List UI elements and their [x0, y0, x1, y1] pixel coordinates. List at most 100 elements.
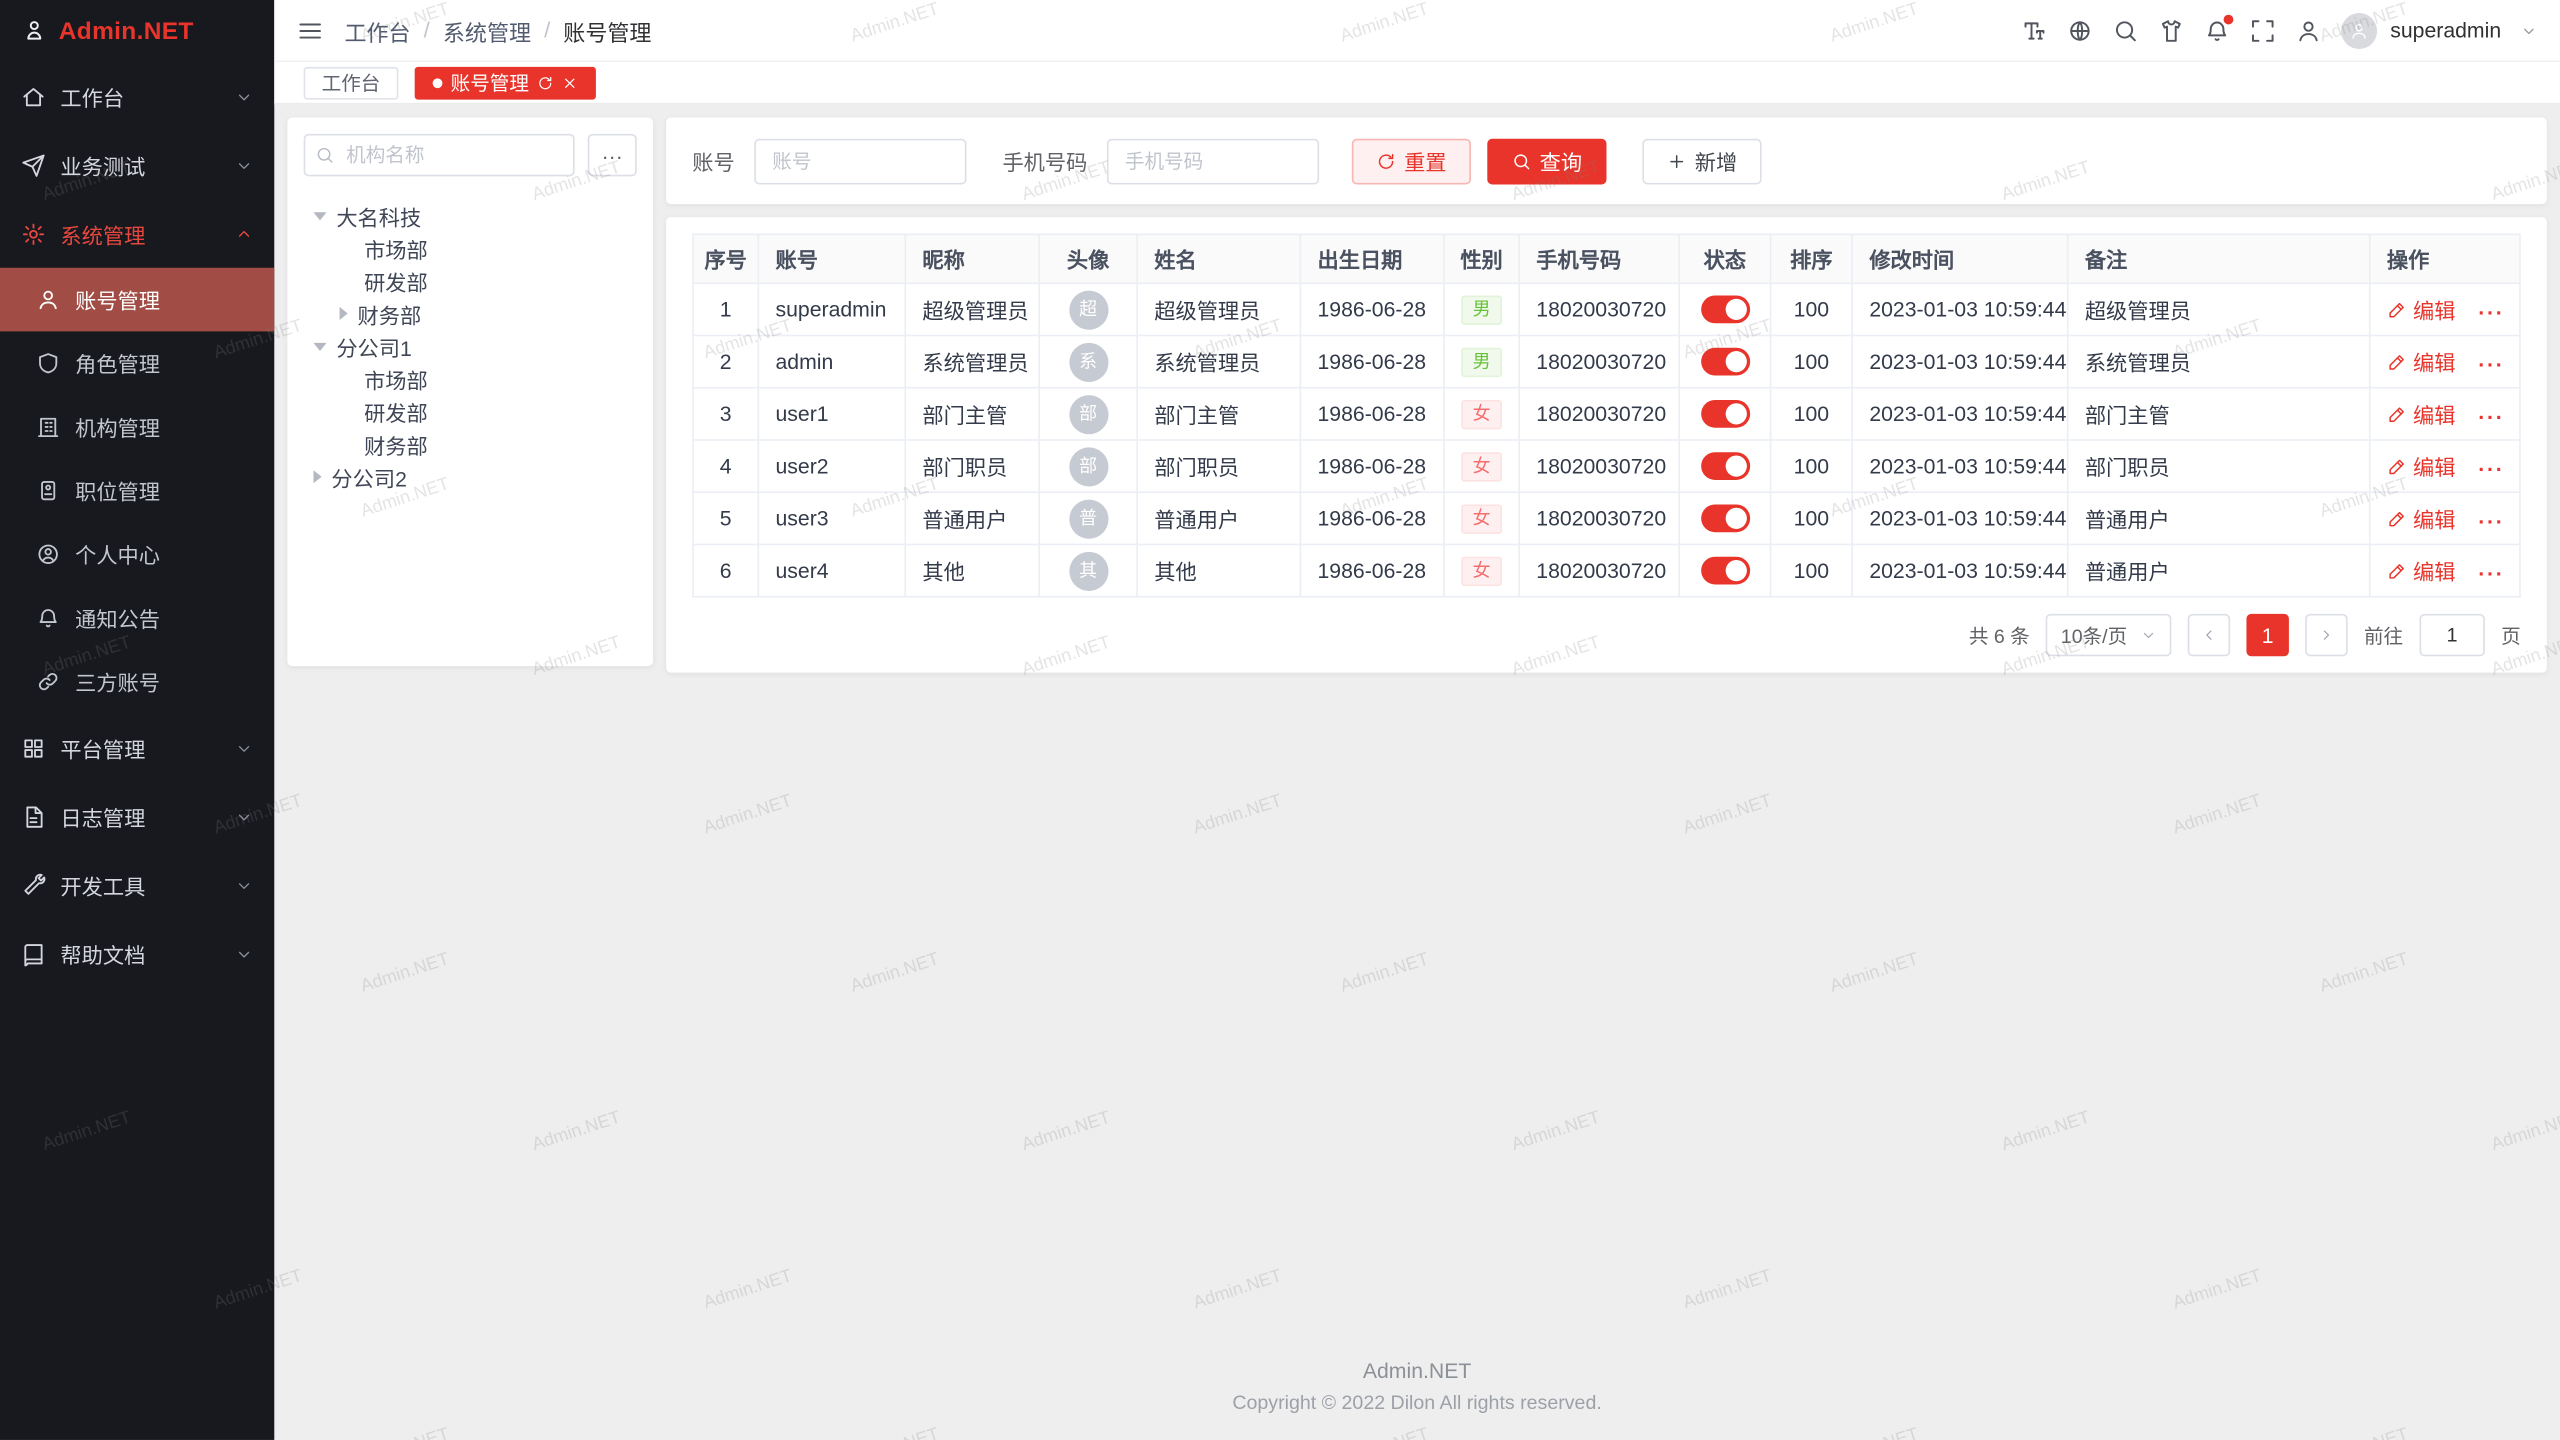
cell-modified: 2023-01-03 10:59:44 — [1852, 492, 2068, 544]
chevron-down-icon — [235, 876, 253, 894]
profile-icon — [36, 542, 60, 566]
search-icon[interactable] — [2113, 17, 2139, 43]
cell-nickname: 其他 — [905, 544, 1039, 596]
more-actions-button[interactable]: ··· — [2478, 404, 2504, 428]
column-header: 操作 — [2370, 234, 2520, 283]
goto-page-input[interactable] — [2419, 614, 2484, 656]
tree-node[interactable]: 研发部 — [304, 264, 637, 297]
font-size-icon[interactable] — [2021, 17, 2047, 43]
add-button[interactable]: 新增 — [1642, 138, 1761, 184]
edit-label: 编辑 — [2413, 451, 2455, 482]
account-input[interactable] — [754, 138, 966, 184]
cell-modified: 2023-01-03 10:59:44 — [1852, 544, 2068, 596]
edit-button[interactable]: 编辑 — [2387, 398, 2456, 429]
theme-icon[interactable] — [2158, 17, 2184, 43]
sidebar-item[interactable]: 业务测试 — [0, 131, 274, 200]
cell-actions: 编辑 ··· — [2370, 335, 2520, 387]
sidebar-subitem[interactable]: 职位管理 — [0, 459, 274, 523]
app-logo[interactable]: Admin.NET — [0, 0, 274, 62]
sidebar-subitem[interactable]: 角色管理 — [0, 331, 274, 395]
sidebar-item[interactable]: 平台管理 — [0, 713, 274, 782]
cell-modified: 2023-01-03 10:59:44 — [1852, 388, 2068, 440]
more-actions-button[interactable]: ··· — [2478, 352, 2504, 376]
sidebar-item[interactable]: 开发工具 — [0, 851, 274, 920]
sidebar-item[interactable]: 工作台 — [0, 62, 274, 131]
tree-node[interactable]: 财务部 — [304, 297, 637, 330]
more-actions-button[interactable]: ··· — [2478, 456, 2504, 480]
sidebar-subitem[interactable]: 三方账号 — [0, 650, 274, 714]
status-toggle[interactable] — [1700, 505, 1749, 533]
globe-icon[interactable] — [2067, 17, 2093, 43]
tab[interactable]: 工作台 — [304, 66, 399, 99]
cell-status — [1679, 492, 1770, 544]
sidebar: Admin.NET 工作台业务测试系统管理账号管理角色管理机构管理职位管理个人中… — [0, 0, 274, 1440]
status-toggle[interactable] — [1700, 452, 1749, 480]
edit-button[interactable]: 编辑 — [2387, 503, 2456, 534]
reset-button[interactable]: 重置 — [1352, 138, 1471, 184]
hamburger-menu-icon[interactable] — [297, 17, 323, 43]
fullscreen-icon[interactable] — [2250, 17, 2276, 43]
wrench-icon — [21, 873, 45, 897]
tree-node[interactable]: 大名科技 — [304, 199, 637, 232]
edit-button[interactable]: 编辑 — [2387, 555, 2456, 586]
tab-active[interactable]: 账号管理 — [415, 66, 596, 99]
tree-node[interactable]: 市场部 — [304, 232, 637, 265]
status-toggle[interactable] — [1700, 296, 1749, 324]
notification-bell[interactable] — [2204, 17, 2230, 43]
cell-birth: 1986-06-28 — [1300, 440, 1444, 492]
user-avatar[interactable] — [2341, 12, 2377, 48]
search-button[interactable]: 查询 — [1487, 138, 1606, 184]
org-more-button[interactable]: ··· — [588, 134, 637, 176]
sidebar-subitem[interactable]: 个人中心 — [0, 522, 274, 586]
tab-refresh-icon[interactable] — [537, 74, 553, 90]
shield-icon — [36, 351, 60, 375]
caret-right-icon[interactable] — [340, 307, 348, 320]
tree-node[interactable]: 分公司1 — [304, 330, 637, 363]
logo-icon — [21, 18, 47, 44]
sidebar-item[interactable]: 帮助文档 — [0, 919, 274, 988]
status-toggle[interactable] — [1700, 348, 1749, 376]
username[interactable]: superadmin — [2390, 18, 2501, 42]
breadcrumb-item[interactable]: 工作台 — [344, 14, 410, 47]
sidebar-subitem[interactable]: 通知公告 — [0, 586, 274, 650]
status-toggle[interactable] — [1700, 557, 1749, 585]
gender-badge: 女 — [1461, 504, 1502, 533]
edit-button[interactable]: 编辑 — [2387, 346, 2456, 377]
tree-node[interactable]: 市场部 — [304, 362, 637, 395]
cell-nickname: 系统管理员 — [905, 335, 1039, 387]
sidebar-subitem[interactable]: 账号管理 — [0, 268, 274, 332]
tree-node[interactable]: 财务部 — [304, 428, 637, 461]
status-toggle[interactable] — [1700, 400, 1749, 428]
tree-node[interactable]: 研发部 — [304, 395, 637, 428]
sidebar-item[interactable]: 系统管理 — [0, 199, 274, 268]
tab-close-icon[interactable] — [562, 74, 578, 90]
breadcrumb-item[interactable]: 系统管理 — [443, 14, 531, 47]
edit-label: 编辑 — [2413, 398, 2455, 429]
org-search — [304, 134, 575, 176]
footer-copyright: Copyright © 2022 Dilon All rights reserv… — [274, 1391, 2560, 1414]
chevron-down-icon[interactable] — [2521, 22, 2537, 38]
edit-button[interactable]: 编辑 — [2387, 451, 2456, 482]
sidebar-subitem[interactable]: 机构管理 — [0, 395, 274, 459]
more-actions-button[interactable]: ··· — [2478, 561, 2504, 585]
org-search-input[interactable] — [304, 134, 575, 176]
add-label: 新增 — [1695, 145, 1737, 176]
caret-down-icon[interactable] — [313, 342, 326, 350]
search-icon — [1512, 151, 1532, 171]
edit-button[interactable]: 编辑 — [2387, 294, 2456, 325]
user-panel-icon[interactable] — [2296, 17, 2322, 43]
bell-icon — [36, 606, 60, 630]
sidebar-item[interactable]: 日志管理 — [0, 782, 274, 851]
next-page-button[interactable] — [2305, 614, 2347, 656]
cell-account: user1 — [758, 388, 905, 440]
phone-input[interactable] — [1107, 138, 1319, 184]
caret-down-icon[interactable] — [313, 211, 326, 219]
page-button-1[interactable]: 1 — [2246, 614, 2288, 656]
page-size-select[interactable]: 10条/页 — [2046, 614, 2171, 656]
more-actions-button[interactable]: ··· — [2478, 300, 2504, 324]
tree-node[interactable]: 分公司2 — [304, 460, 637, 493]
account-label: 账号 — [692, 145, 734, 176]
prev-page-button[interactable] — [2188, 614, 2230, 656]
caret-right-icon[interactable] — [313, 470, 321, 483]
more-actions-button[interactable]: ··· — [2478, 509, 2504, 533]
